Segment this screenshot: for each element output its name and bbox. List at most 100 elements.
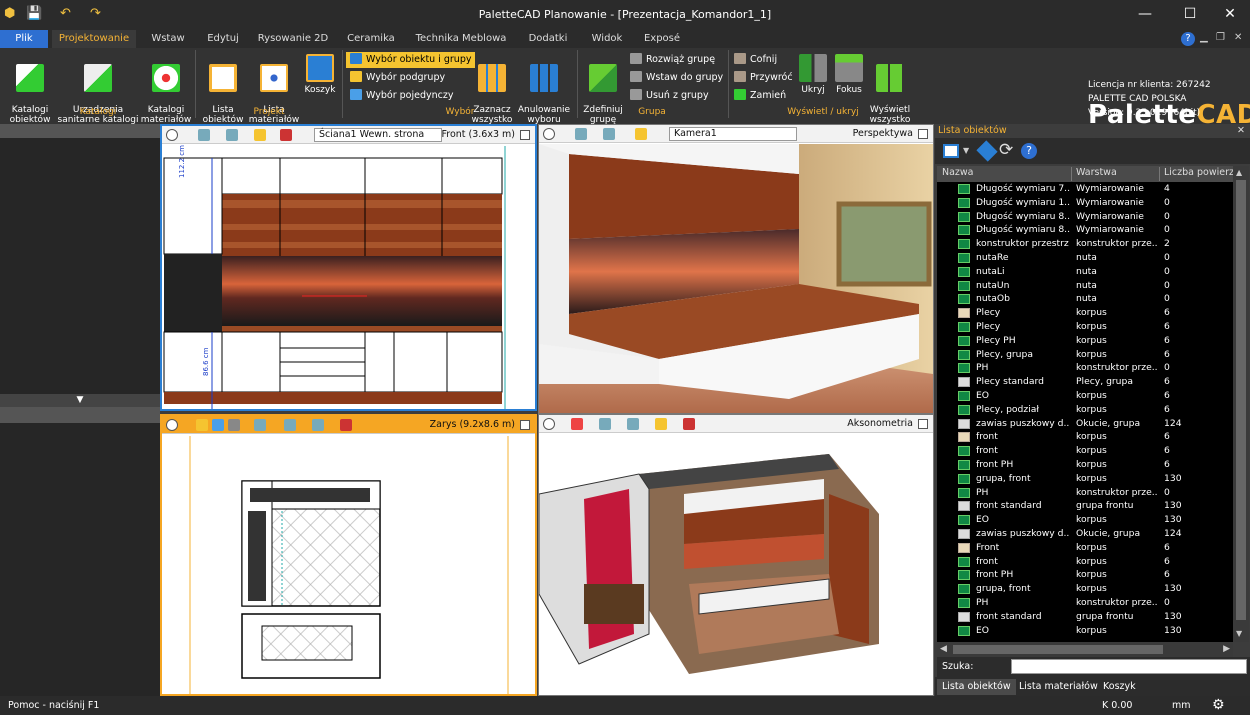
list-item[interactable]: front standard grupa frontu 130: [937, 499, 1233, 513]
tab-basket[interactable]: Koszyk: [1098, 679, 1141, 695]
list-item[interactable]: nutaLi nuta 0: [937, 265, 1233, 279]
list-item[interactable]: nutaUn nuta 0: [937, 279, 1233, 293]
column-name[interactable]: Nazwa: [942, 167, 974, 178]
refresh-icon[interactable]: ⟳: [999, 140, 1013, 160]
help-icon[interactable]: ?: [1021, 143, 1037, 159]
undo-view-button[interactable]: Cofnij: [734, 52, 777, 68]
column-surface-count[interactable]: Liczba powierzc: [1164, 167, 1233, 178]
list-item[interactable]: Plecy korpus 6: [937, 320, 1233, 334]
help-icon[interactable]: ?: [1181, 32, 1195, 46]
column-layer[interactable]: Warstwa: [1076, 167, 1117, 178]
redo-view-button[interactable]: Przywróć: [734, 70, 793, 86]
list-item[interactable]: PH konstruktor prze... 0: [937, 486, 1233, 500]
viewport-axonometric[interactable]: Aksonometria: [538, 414, 934, 696]
list-item[interactable]: Długość wymiaru 1... Wymiarowanie 0: [937, 196, 1233, 210]
list-item[interactable]: front korpus 6: [937, 430, 1233, 444]
render-mode-icon[interactable]: [635, 128, 647, 140]
checkbox-filter-icon[interactable]: [943, 144, 959, 158]
wall-select[interactable]: Ściana1 Wewn. strona: [314, 128, 442, 142]
tab-object-list[interactable]: Lista obiektów: [937, 679, 1016, 695]
object-list-hscrollbar[interactable]: ◀ ▶: [937, 642, 1233, 657]
list-item[interactable]: Plecy, grupa korpus 6: [937, 348, 1233, 362]
viewport-plan-checkbox[interactable]: [520, 420, 530, 430]
settings-gear-icon[interactable]: ⚙: [1212, 696, 1225, 715]
tag-icon[interactable]: [976, 140, 998, 162]
zoom-icon[interactable]: [543, 418, 555, 430]
render-mode-icon[interactable]: [254, 129, 266, 141]
view-mode-icon[interactable]: [599, 418, 611, 430]
panel-close-icon[interactable]: ✕: [1237, 124, 1245, 138]
zoom-icon[interactable]: [166, 419, 178, 431]
swap-view-button[interactable]: Zamień: [734, 88, 786, 104]
color-mode-icon[interactable]: [340, 419, 352, 431]
mdi-restore-icon[interactable]: ❐: [1216, 32, 1225, 43]
ungroup-button[interactable]: Rozwiąż grupę: [630, 52, 715, 68]
tab-rysowanie-2d[interactable]: Rysowanie 2D: [250, 30, 336, 48]
orbit-icon[interactable]: [571, 418, 583, 430]
view-mode-icon[interactable]: [284, 419, 296, 431]
viewport-axonometric-checkbox[interactable]: [918, 419, 928, 429]
tab-plik[interactable]: Plik: [0, 30, 48, 48]
select-object-and-group-button[interactable]: Wybór obiektu i grupy: [346, 52, 476, 68]
mdi-close-icon[interactable]: ✕: [1234, 32, 1242, 43]
color-mode-icon[interactable]: [280, 129, 292, 141]
view-mode-icon[interactable]: [575, 128, 587, 140]
focus-button[interactable]: Fokus: [832, 52, 866, 95]
list-item[interactable]: Długość wymiaru 8... Wymiarowanie 0: [937, 210, 1233, 224]
tab-technika-meblowa[interactable]: Technika Meblowa: [404, 30, 518, 48]
layer-icon[interactable]: [212, 419, 224, 431]
view-mode-icon[interactable]: [312, 419, 324, 431]
view-mode-icon[interactable]: [254, 419, 266, 431]
tab-material-list[interactable]: Lista materiałów: [1014, 679, 1103, 695]
list-item[interactable]: nutaOb nuta 0: [937, 292, 1233, 306]
object-list-vscrollbar[interactable]: ▲ ▼: [1233, 166, 1249, 642]
list-item[interactable]: zawias puszkowy d... Okucie, grupa 124: [937, 527, 1233, 541]
tab-edytuj[interactable]: Edytuj: [198, 30, 248, 48]
zoom-icon[interactable]: [166, 129, 178, 141]
list-item[interactable]: PH konstruktor prze... 0: [937, 596, 1233, 610]
basket-button[interactable]: Koszyk: [300, 52, 340, 95]
list-item[interactable]: grupa, front korpus 130: [937, 472, 1233, 486]
tab-expose[interactable]: Exposé: [636, 30, 688, 48]
viewport-plan[interactable]: Zarys (9.2x8.6 m): [160, 414, 537, 696]
list-item[interactable]: Plecy korpus 6: [937, 306, 1233, 320]
list-item[interactable]: front standard grupa frontu 130: [937, 610, 1233, 624]
list-item[interactable]: Plecy, podział korpus 6: [937, 403, 1233, 417]
list-item[interactable]: PH konstruktor prze... 0: [937, 361, 1233, 375]
list-item[interactable]: EO korpus 6: [937, 389, 1233, 403]
hide-button[interactable]: Ukryj: [798, 52, 828, 95]
dropdown-arrow-icon[interactable]: ▼: [963, 146, 969, 155]
tab-widok[interactable]: Widok: [580, 30, 634, 48]
list-item[interactable]: Plecy PH korpus 6: [937, 334, 1233, 348]
list-item[interactable]: EO korpus 130: [937, 513, 1233, 527]
tab-dodatki[interactable]: Dodatki: [520, 30, 576, 48]
list-item[interactable]: EO korpus 130: [937, 624, 1233, 638]
minimize-button[interactable]: —: [1130, 4, 1160, 24]
tab-wstaw[interactable]: Wstaw: [140, 30, 196, 48]
maximize-button[interactable]: ☐: [1175, 4, 1205, 24]
viewport-perspective[interactable]: Kamera1 Perspektywa: [538, 124, 934, 414]
scroll-right-icon[interactable]: ▶: [1223, 644, 1230, 654]
view-mode-icon[interactable]: [627, 418, 639, 430]
list-item[interactable]: Długość wymiaru 8... Wymiarowanie 0: [937, 223, 1233, 237]
list-item[interactable]: nutaRe nuta 0: [937, 251, 1233, 265]
list-item[interactable]: front korpus 6: [937, 444, 1233, 458]
list-item[interactable]: Długość wymiaru 7... Wymiarowanie 4: [937, 182, 1233, 196]
view-mode-icon[interactable]: [198, 129, 210, 141]
select-subgroup-button[interactable]: Wybór podgrupy: [350, 70, 445, 86]
scroll-left-icon[interactable]: ◀: [940, 644, 947, 654]
select-single-button[interactable]: Wybór pojedynczy: [350, 88, 453, 104]
scroll-thumb[interactable]: [1236, 180, 1246, 620]
list-item[interactable]: grupa, front korpus 130: [937, 582, 1233, 596]
layer-icon[interactable]: [196, 419, 208, 431]
viewport-front[interactable]: Ściana1 Wewn. strona Front (3.6x3 m) 112…: [160, 124, 537, 411]
list-item[interactable]: Plecy standard Plecy, grupa 6: [937, 375, 1233, 389]
insert-into-group-button[interactable]: Wstaw do grupy: [630, 70, 723, 86]
list-item[interactable]: front korpus 6: [937, 555, 1233, 569]
mdi-minimize-icon[interactable]: ▁: [1200, 32, 1208, 43]
list-item[interactable]: Front korpus 6: [937, 541, 1233, 555]
view-mode-icon[interactable]: [603, 128, 615, 140]
view-mode-icon[interactable]: [226, 129, 238, 141]
render-mode-icon[interactable]: [655, 418, 667, 430]
zoom-icon[interactable]: [543, 128, 555, 140]
